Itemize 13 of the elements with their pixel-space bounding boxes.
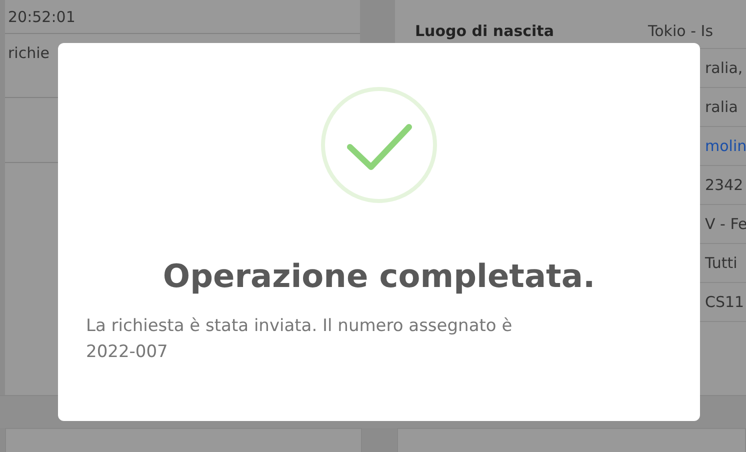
field-value: Tokio - Is [648, 22, 714, 40]
field-value: Tutti [705, 254, 738, 272]
field-label: Luogo di nascita [415, 22, 554, 40]
dialog-message: La richiesta è stata inviata. Il numero assegnato è 2022-007 [86, 315, 514, 364]
email-link[interactable]: molin [705, 137, 746, 155]
field-value: CS11 [705, 293, 744, 311]
field-value: ralia, [705, 59, 743, 77]
field-value: ralia [705, 98, 738, 116]
time-text: 20:52:01 [5, 0, 360, 34]
dialog-title: Operazione completata. [162, 257, 596, 295]
field-value: 2342 [705, 176, 744, 194]
checkmark-icon [319, 85, 439, 205]
request-text: richie [8, 44, 50, 62]
